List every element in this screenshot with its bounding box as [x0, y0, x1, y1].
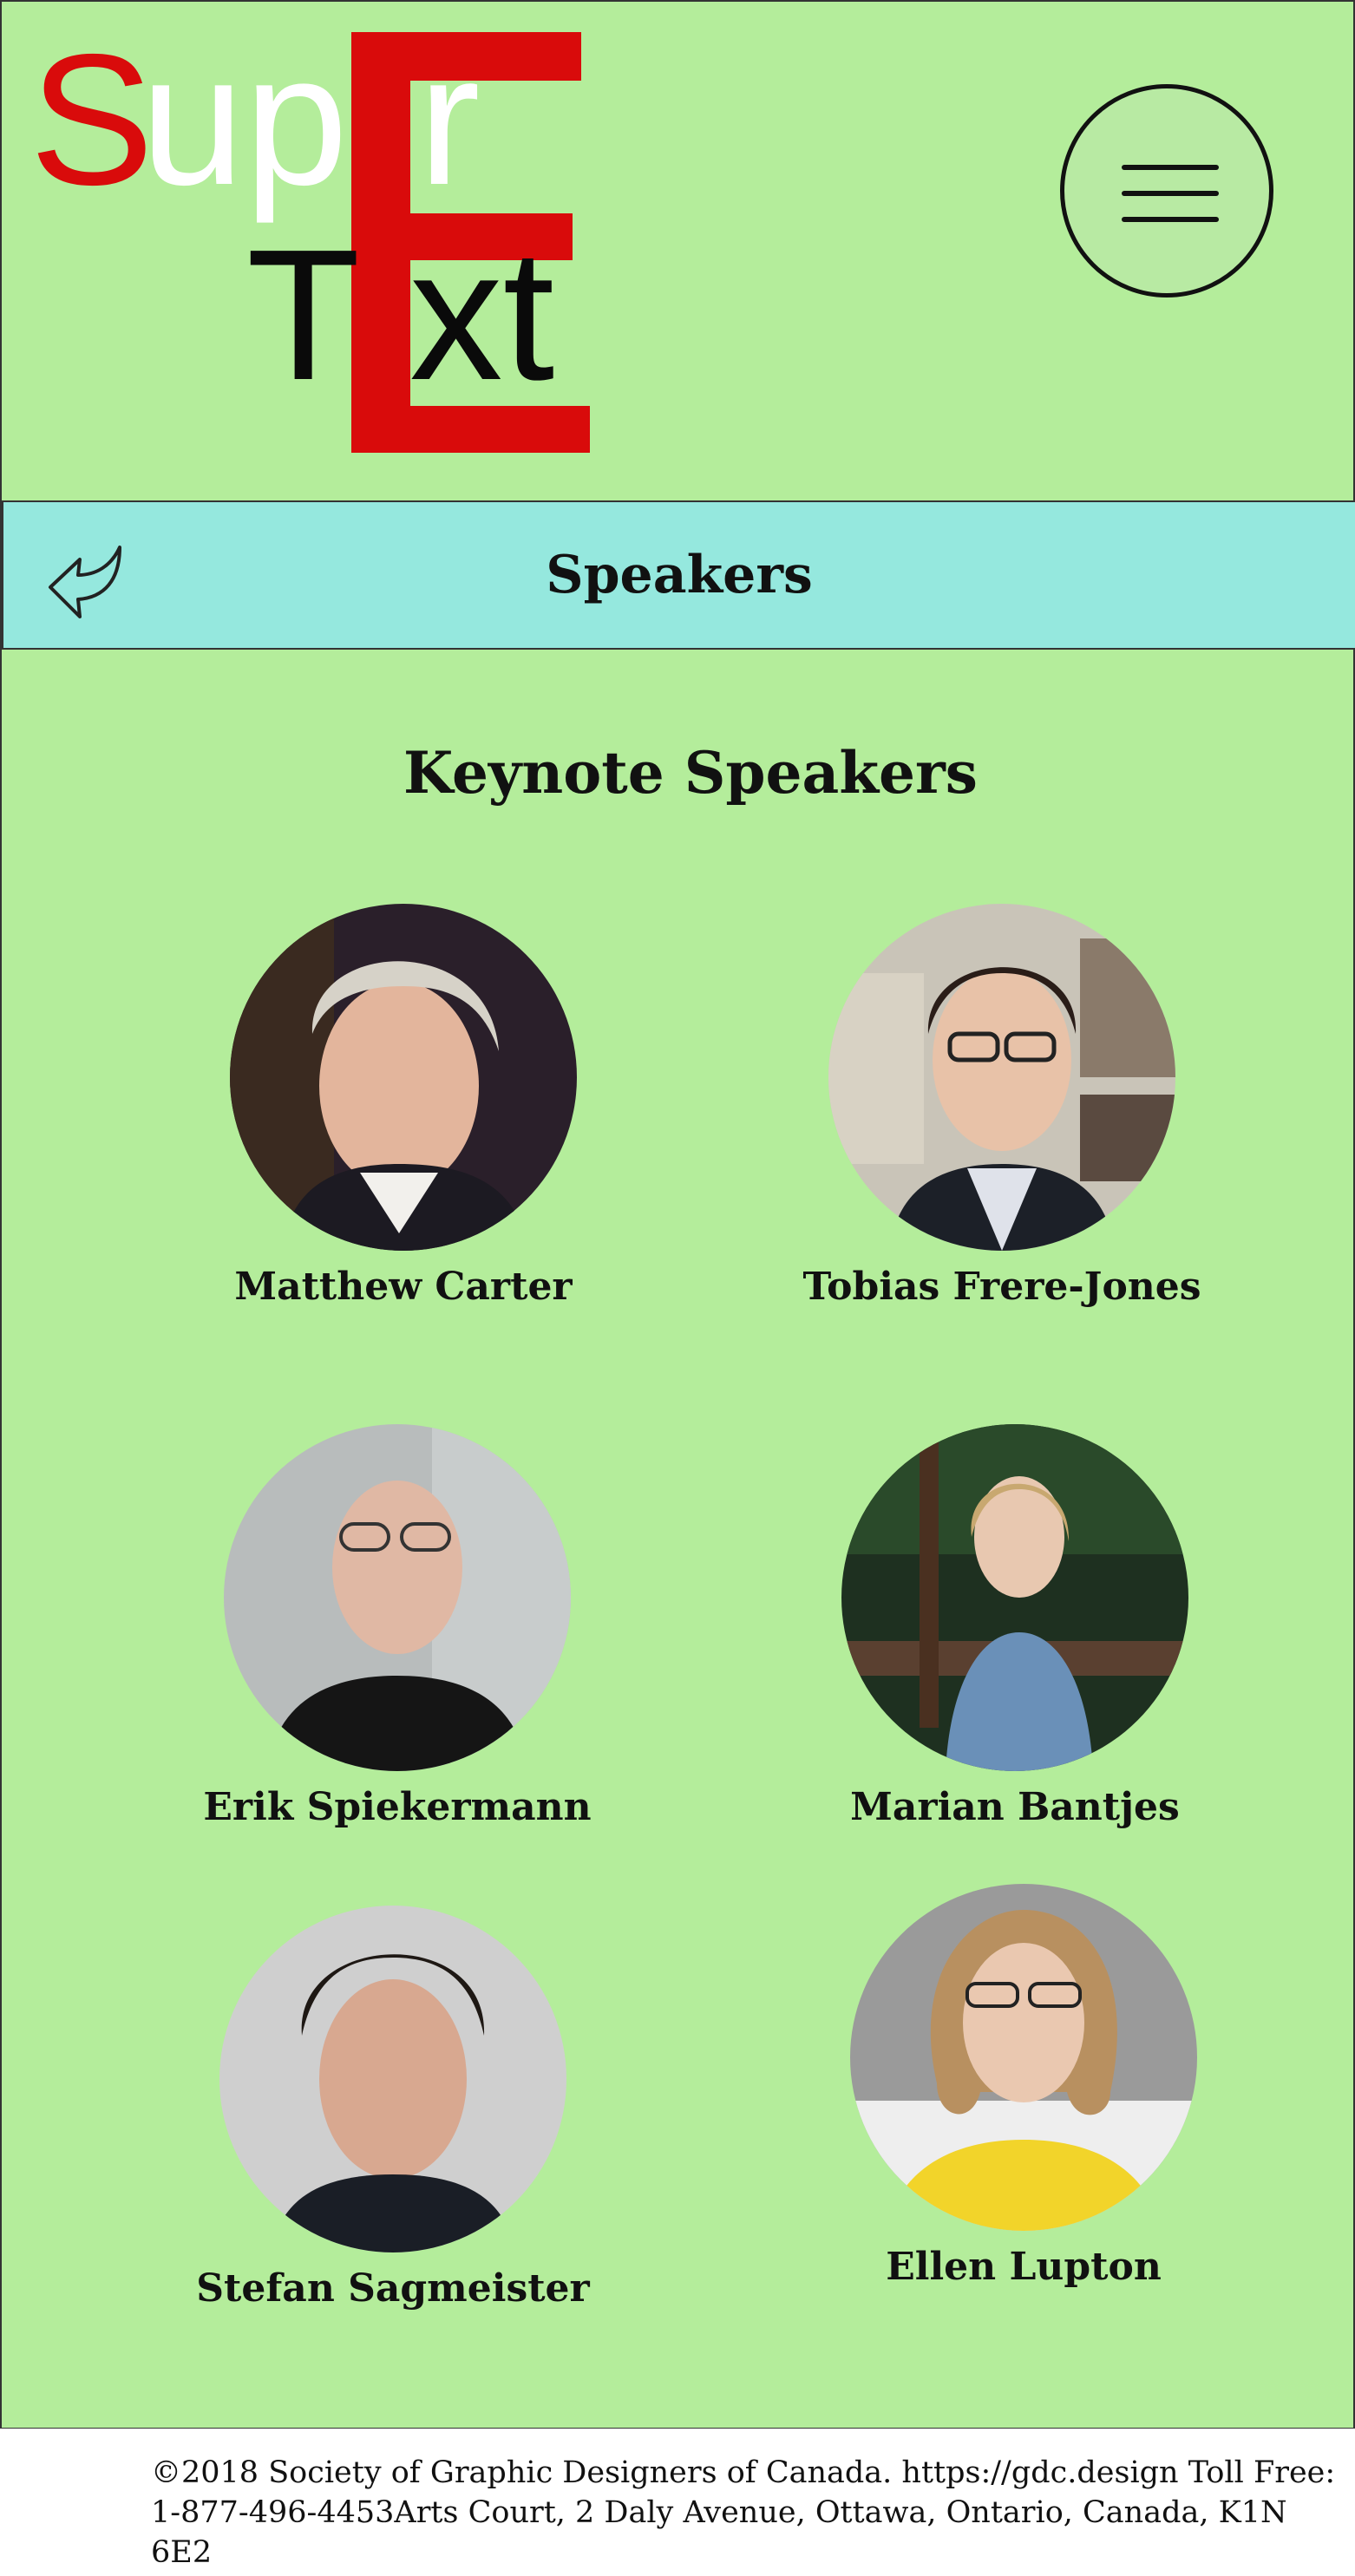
speaker-name: Ellen Lupton — [886, 2245, 1162, 2289]
speaker-card[interactable]: Marian Bantjes — [798, 1424, 1232, 1829]
speaker-name: Marian Bantjes — [850, 1785, 1180, 1829]
page: S up r T xt Speakers Keynote Speakers Ma… — [0, 0, 1355, 2576]
speaker-name: Tobias Frere-Jones — [802, 1265, 1201, 1309]
speaker-card[interactable]: Erik Spiekermann — [180, 1424, 614, 1829]
logo-letter-r: r — [418, 15, 481, 224]
speaker-card[interactable]: Ellen Lupton — [807, 1884, 1240, 2289]
title-bar: Speakers — [2, 500, 1355, 650]
speaker-photo — [850, 1884, 1197, 2231]
speaker-photo — [828, 904, 1175, 1251]
speaker-photo — [230, 904, 577, 1251]
hamburger-menu-icon-bar — [1122, 217, 1219, 222]
main-panel: S up r T xt Speakers Keynote Speakers Ma… — [0, 0, 1355, 2429]
logo-letter-s: S — [29, 15, 154, 224]
logo-letters-up: up — [141, 15, 348, 224]
supertext-logo[interactable]: S up r T xt — [2, 2, 609, 470]
hamburger-menu-icon-bar — [1122, 191, 1219, 196]
footer-text: ©2018 Society of Graphic Designers of Ca… — [151, 2455, 1336, 2570]
speaker-photo — [841, 1424, 1188, 1771]
menu-button[interactable] — [1060, 84, 1273, 297]
speaker-name: Stefan Sagmeister — [196, 2266, 590, 2311]
page-title: Speakers — [546, 545, 813, 605]
speaker-card[interactable]: Tobias Frere-Jones — [785, 904, 1219, 1309]
speaker-photo — [224, 1424, 571, 1771]
hamburger-menu-icon — [1122, 165, 1219, 170]
speaker-name: Erik Spiekermann — [203, 1785, 592, 1829]
logo-letters-xt: xt — [409, 210, 554, 419]
speaker-name: Matthew Carter — [234, 1265, 573, 1309]
logo-letter-t: T — [246, 210, 360, 419]
speaker-card[interactable]: Stefan Sagmeister — [176, 1906, 610, 2311]
footer: ©2018 Society of Graphic Designers of Ca… — [0, 2429, 1355, 2576]
speaker-photo — [219, 1906, 566, 2252]
speaker-card[interactable]: Matthew Carter — [187, 904, 620, 1309]
section-heading: Keynote Speakers — [403, 739, 978, 807]
